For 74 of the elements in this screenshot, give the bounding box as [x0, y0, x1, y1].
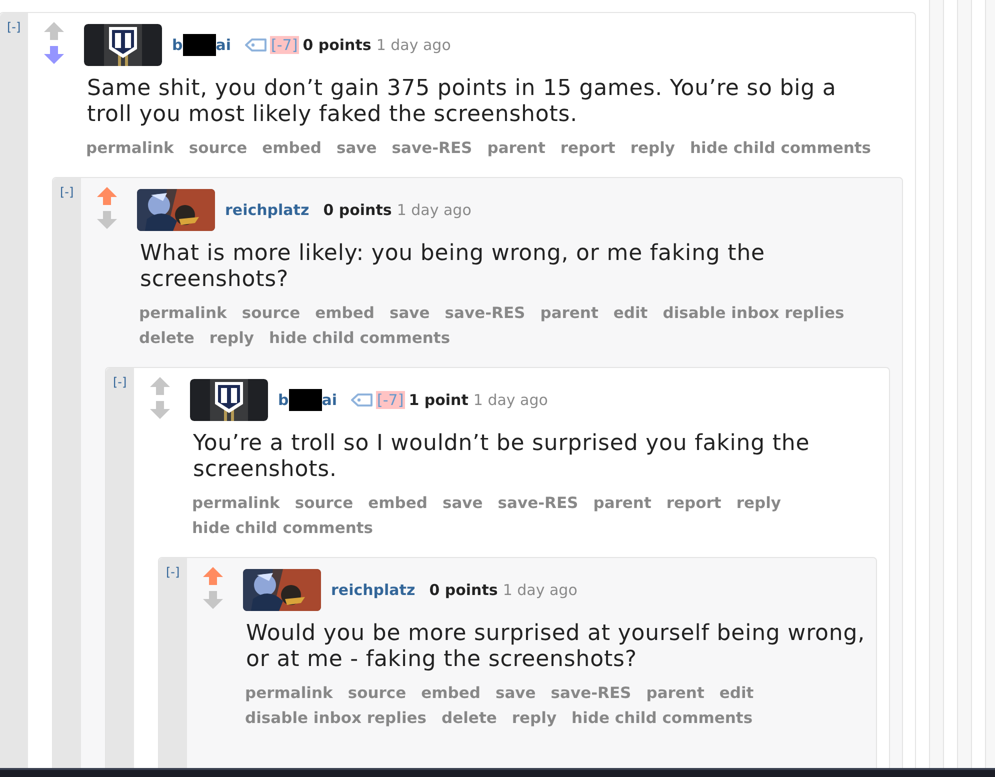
upvote-arrow[interactable] [96, 186, 118, 206]
comment-text: You’re a troll so I wouldn’t be surprised you faking the screenshots. [193, 431, 811, 483]
upvote-arrow[interactable] [149, 376, 171, 396]
score-text: 0 points [323, 201, 392, 219]
action-link[interactable]: source [242, 302, 300, 324]
action-link[interactable]: parent [487, 137, 546, 159]
score-text: 0 points [429, 581, 498, 599]
action-link[interactable]: hide child comments [192, 517, 374, 539]
action-link[interactable]: embed [262, 137, 322, 159]
action-link[interactable]: permalink [139, 302, 227, 324]
author-name[interactable]: b [278, 391, 289, 409]
author-name[interactable]: reichplatz [331, 581, 416, 599]
tag-icon[interactable] [245, 38, 268, 52]
action-link[interactable]: parent [540, 302, 598, 324]
downvote-arrow[interactable] [149, 400, 171, 420]
action-link[interactable]: permalink [192, 492, 280, 514]
action-link[interactable]: reply [209, 327, 254, 349]
timestamp: 1 day ago [473, 391, 548, 409]
action-link[interactable]: save-RES [444, 302, 526, 324]
upvote-arrow[interactable] [202, 566, 224, 586]
action-link[interactable]: embed [421, 682, 480, 704]
action-link[interactable]: reply [512, 707, 557, 729]
action-link[interactable]: report [666, 492, 722, 514]
action-link[interactable]: hide child comments [690, 137, 872, 159]
action-link[interactable]: save [495, 682, 536, 704]
timestamp: 1 day ago [396, 201, 472, 219]
action-link[interactable]: embed [368, 492, 428, 514]
action-link[interactable]: edit [613, 302, 648, 324]
upvote-arrow[interactable] [43, 21, 65, 41]
action-link[interactable]: reply [630, 137, 676, 159]
action-link[interactable]: disable inbox replies [662, 302, 844, 324]
downvote-arrow[interactable] [202, 590, 224, 610]
action-link[interactable]: save [336, 137, 377, 159]
action-link[interactable]: source [294, 492, 354, 514]
action-link[interactable]: parent [646, 682, 704, 704]
action-link[interactable]: source [348, 682, 406, 704]
tag-icon[interactable] [351, 393, 374, 407]
action-link[interactable]: save-RES [392, 137, 472, 159]
author-name[interactable]: b [172, 36, 183, 54]
action-link[interactable]: source [188, 137, 248, 159]
action-link[interactable]: hide child comments [269, 327, 450, 349]
author-name[interactable]: reichplatz [225, 201, 310, 219]
score-text: 0 points [302, 36, 372, 54]
comment-text: Same shit, you don’t gain 375 points in 15 games. You’re so big a troll you most likely faked the screenshots. [87, 76, 838, 128]
comment-text: Would you be more surprised at yourself being wrong, or at me - faking the screenshots? [246, 621, 866, 673]
vote-weight: [-7] [270, 36, 299, 54]
action-link[interactable]: permalink [86, 137, 174, 159]
action-link[interactable]: save-RES [550, 682, 632, 704]
action-link[interactable]: save-RES [498, 492, 578, 514]
downvote-arrow[interactable] [96, 210, 118, 230]
action-link[interactable]: disable inbox replies [245, 707, 427, 729]
action-link[interactable]: report [560, 137, 616, 159]
action-link[interactable]: reply [736, 492, 782, 514]
score-text: 1 point [408, 391, 468, 409]
timestamp: 1 day ago [376, 36, 451, 54]
action-link[interactable]: edit [719, 682, 754, 704]
action-link[interactable]: save [389, 302, 430, 324]
downvote-arrow[interactable] [43, 45, 65, 65]
action-link[interactable]: permalink [245, 682, 333, 704]
action-link[interactable]: delete [442, 707, 497, 729]
timestamp: 1 day ago [502, 581, 578, 599]
action-link[interactable]: embed [315, 302, 374, 324]
action-link[interactable]: hide child comments [572, 707, 753, 729]
vote-weight: [-7] [376, 391, 405, 409]
action-link[interactable]: delete [139, 327, 194, 349]
collapse-link[interactable]: [-] [159, 558, 187, 579]
action-link[interactable]: parent [593, 492, 652, 514]
comment-text: What is more likely: you being wrong, or me faking the screenshots? [140, 241, 766, 293]
collapse-link[interactable]: [-] [53, 178, 81, 199]
author-name[interactable]: ai [322, 391, 338, 409]
collapse-link[interactable]: [-] [0, 13, 28, 34]
action-link[interactable]: save [442, 492, 483, 514]
collapse-link[interactable]: [-] [106, 368, 134, 389]
author-name[interactable]: ai [216, 36, 232, 54]
